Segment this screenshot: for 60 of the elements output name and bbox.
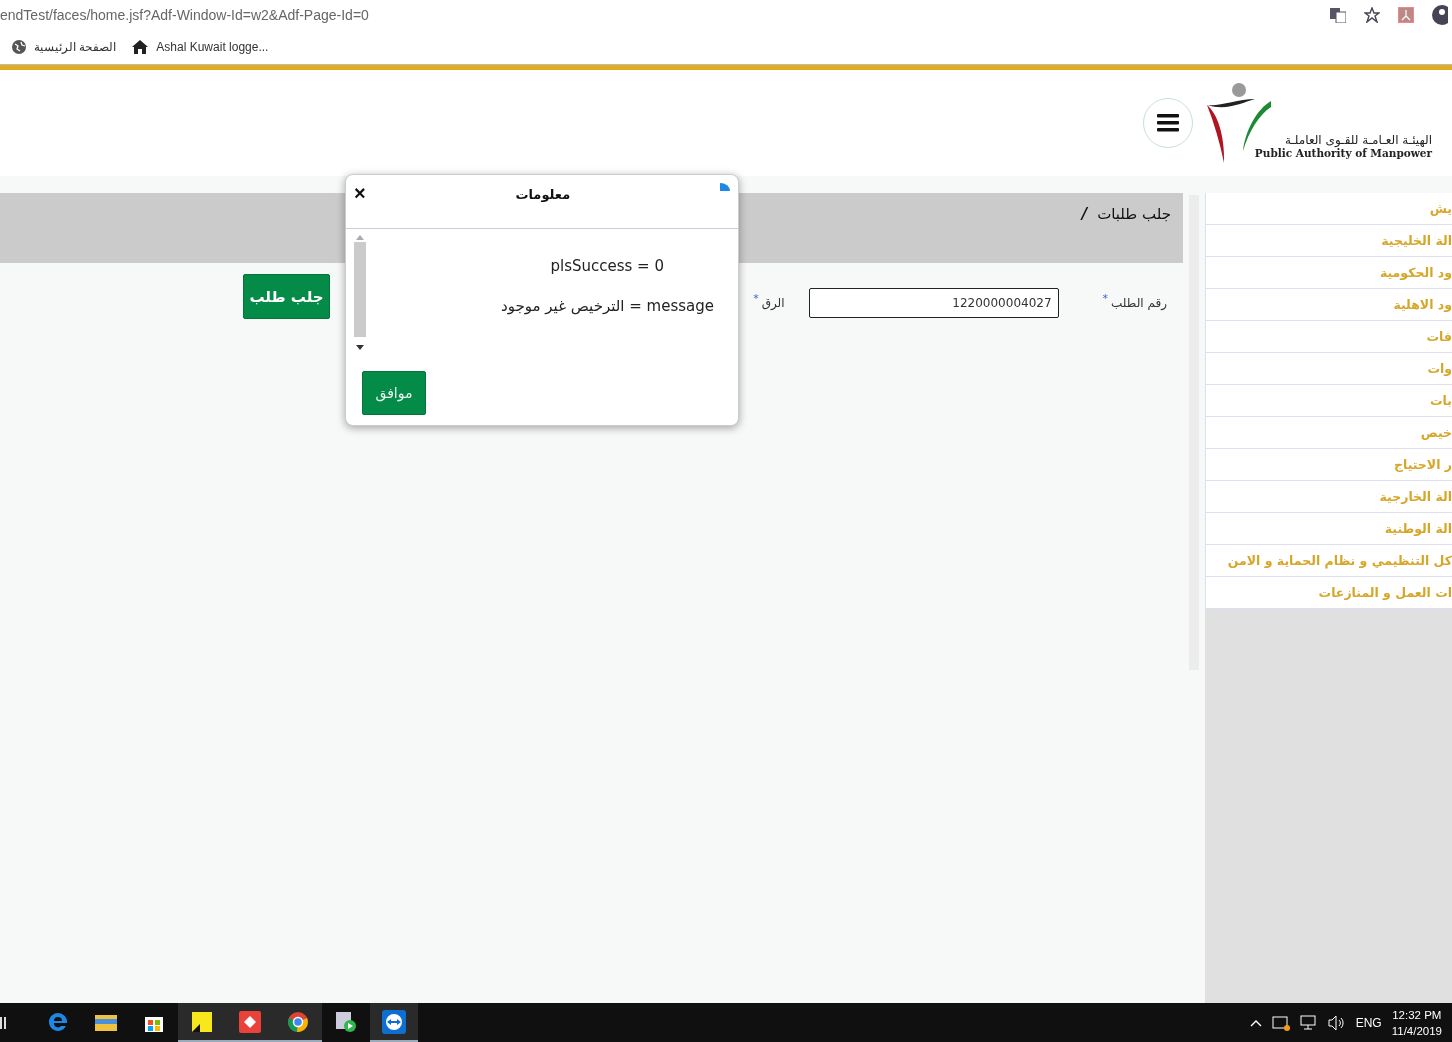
star-icon[interactable]	[1364, 7, 1380, 23]
sidebar-item[interactable]: ود الاهلية	[1205, 289, 1452, 321]
sidebar-item[interactable]: كل التنظيمي و نظام الحماية و الامن	[1205, 545, 1452, 577]
chrome-icon	[287, 1010, 309, 1033]
menu-icon	[1156, 114, 1179, 132]
sidebar-item[interactable]: وات	[1205, 353, 1452, 385]
sidebar-item[interactable]: فات	[1205, 321, 1452, 353]
address-bar-url[interactable]: endTest/faces/home.jsf?Adf-Window-Id=w2&Adf-Page-Id=0	[0, 7, 1330, 23]
message-line: plsSuccess = 0	[550, 257, 664, 275]
pdf-icon[interactable]	[1398, 7, 1414, 23]
close-button[interactable]: ×	[354, 183, 366, 203]
account-icon[interactable]	[1432, 5, 1448, 25]
sidebar-item[interactable]: خيص	[1205, 417, 1452, 449]
fetch-button[interactable]: جلب طلب	[243, 274, 330, 319]
scrollbar-thumb[interactable]	[354, 242, 366, 337]
translate-icon[interactable]	[1330, 7, 1346, 23]
bookmark-label: Ashal Kuwait logge...	[156, 40, 269, 54]
speaker-icon[interactable]	[1327, 1014, 1346, 1031]
help-icon[interactable]	[720, 183, 730, 191]
sidebar-item[interactable]: الة الخارجية	[1205, 481, 1452, 513]
sidebar-item[interactable]: يش	[1205, 193, 1452, 225]
taskbar-app[interactable]	[178, 1003, 226, 1042]
scroll-down-icon[interactable]	[356, 345, 364, 350]
network-icon[interactable]	[1271, 1014, 1290, 1031]
logo-english-text: Public Authority of Manpower	[1254, 147, 1432, 159]
globe-icon	[12, 40, 26, 54]
media-icon	[335, 1010, 357, 1033]
sidebar-item[interactable]: ر الاحتياج	[1205, 449, 1452, 481]
breadcrumb-separator: /	[1081, 205, 1088, 223]
logo-arabic-text: الهيئـة العـامـة للقـوى العاملـة	[1284, 133, 1432, 147]
bookmark-link[interactable]: Ashal Kuwait logge...	[132, 40, 269, 54]
bookmark-link[interactable]: الصفحة الرئيسية	[12, 40, 117, 54]
remote-icon	[382, 1009, 406, 1034]
sidebar-item[interactable]: الة الخليجية	[1205, 225, 1452, 257]
taskbar-app[interactable]	[274, 1003, 322, 1042]
folder-icon	[95, 1012, 117, 1031]
input-field[interactable]: 1220000004027	[808, 288, 1059, 318]
monitor-icon[interactable]	[1299, 1014, 1318, 1031]
sidebar-item[interactable]: ات العمل و المنازعات	[1205, 577, 1452, 609]
dialog-title: معلومات	[515, 187, 571, 202]
browser-icon	[47, 1010, 69, 1033]
home-icon	[132, 40, 149, 54]
page-title: جلب طلبات	[1097, 205, 1171, 223]
ok-button[interactable]: موافق	[362, 371, 426, 415]
message-line: message = الترخيص غير موجود	[501, 297, 714, 315]
sidebar-item[interactable]: بات	[1205, 385, 1452, 417]
sticky-note-icon	[192, 1011, 212, 1032]
required-mark: *	[753, 292, 759, 305]
language-indicator[interactable]: ENG	[1355, 1015, 1382, 1030]
sidebar-item[interactable]: الة الوطنية	[1205, 513, 1452, 545]
sidebar-item[interactable]: ود الحكومية	[1205, 257, 1452, 289]
field-label: الرق	[761, 296, 785, 310]
field-label: رقم الطلب	[1111, 296, 1167, 310]
bookmark-label: الصفحة الرئيسية	[34, 40, 117, 54]
taskbar-app[interactable]	[370, 1003, 418, 1042]
menu-button[interactable]	[1142, 98, 1193, 148]
caret-up-icon[interactable]	[1249, 1018, 1262, 1027]
taskview-icon[interactable]	[0, 1014, 6, 1031]
required-mark: *	[1102, 292, 1109, 305]
clock[interactable]: 12:32 PM 11/4/2019	[1391, 1006, 1442, 1039]
